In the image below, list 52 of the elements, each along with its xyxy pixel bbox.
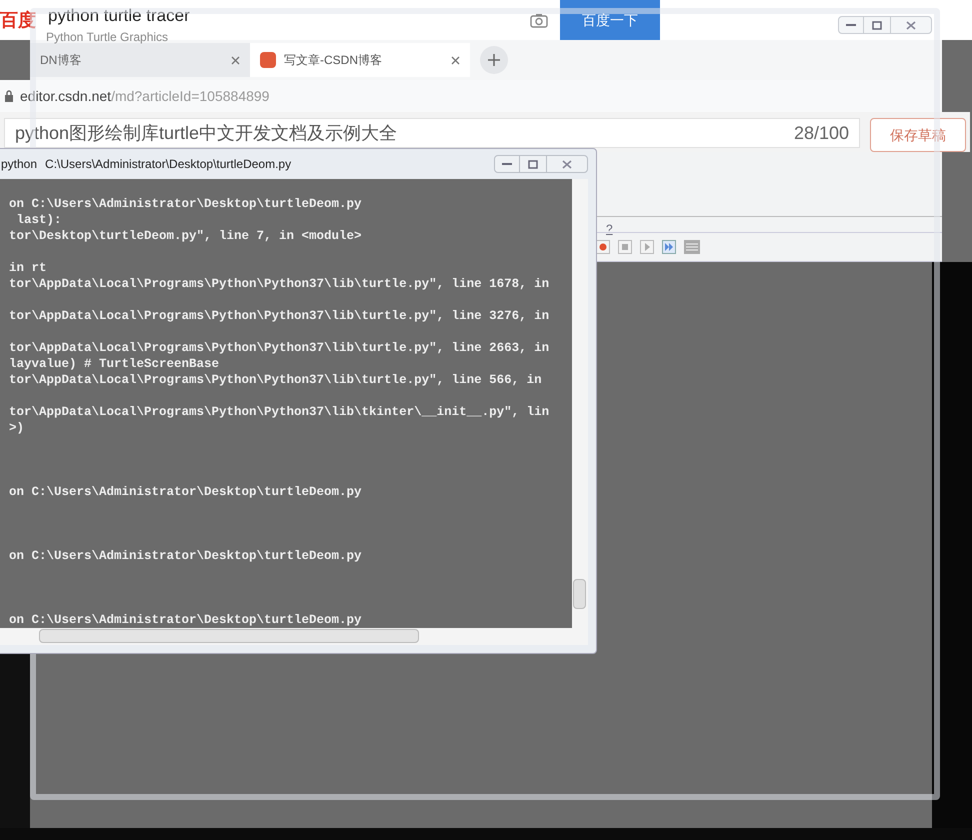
play-icon[interactable]	[640, 240, 654, 254]
console-line: tor\AppData\Local\Programs\Python\Python37\lib\turtle.py", line 1678, in	[8, 276, 550, 292]
record-icon[interactable]	[596, 240, 610, 254]
close-icon[interactable]	[231, 56, 240, 64]
console-line: tor\AppData\Local\Programs\Python\Python37\lib\turtle.py", line 2663, in	[8, 340, 550, 356]
console-line: tor\AppData\Local\Programs\Python\Python37\lib\turtle.py", line 566, in	[8, 372, 543, 388]
console-line: on C:\Users\Administrator\Desktop\turtleDeom.py	[8, 548, 363, 564]
minimize-button[interactable]	[494, 155, 520, 173]
console-line: on C:\Users\Administrator\Desktop\turtleDeom.py	[8, 196, 363, 212]
scroll-thumb[interactable]	[39, 629, 419, 643]
maximize-icon	[528, 160, 538, 168]
browser-tab[interactable]: 写文章-CSDN博客	[250, 43, 470, 77]
minimize-icon	[502, 162, 512, 166]
stop-icon[interactable]	[618, 240, 632, 254]
close-icon	[906, 20, 916, 30]
window-title: Python Turtle Graphics	[46, 29, 168, 46]
grid-icon[interactable]	[684, 240, 700, 254]
close-button[interactable]	[546, 155, 588, 173]
title-field[interactable]: python图形绘制库turtle中文开发文档及示例大全 28/100	[4, 118, 860, 148]
console-line: last):	[16, 212, 63, 228]
scroll-thumb[interactable]	[573, 579, 586, 609]
character-counter: 28/100	[794, 122, 849, 144]
address-text: editor.csdn.net/md?articleId=105884899	[20, 86, 270, 106]
minimize-icon	[846, 23, 856, 27]
camera-icon[interactable]	[530, 12, 548, 28]
tab-title: DN博客	[40, 52, 82, 69]
lock-icon	[4, 90, 14, 102]
title-text: python图形绘制库turtle中文开发文档及示例大全	[15, 122, 398, 145]
close-icon[interactable]	[451, 56, 460, 64]
console-line: in rt	[8, 260, 48, 276]
new-tab-button[interactable]	[480, 46, 508, 74]
address-bar[interactable]: editor.csdn.net/md?articleId=105884899	[0, 80, 942, 112]
console-line: tor\AppData\Local\Programs\Python\Python37\lib\tkinter\__init__.py", lin	[8, 404, 550, 420]
search-logo: 百度	[0, 8, 37, 32]
tab-title: 写文章-CSDN博客	[284, 52, 383, 69]
close-icon	[562, 160, 572, 168]
console-line: tor\AppData\Local\Programs\Python\Python37\lib\turtle.py", line 3276, in	[8, 308, 550, 324]
search-query[interactable]: python turtle tracer	[48, 3, 190, 29]
console-line: layvalue) # TurtleScreenBase	[8, 356, 220, 372]
console-line: on C:\Users\Administrator\Desktop\turtleDeom.py	[8, 612, 363, 628]
console-line: >)	[8, 420, 26, 436]
console-line: on C:\Users\Administrator\Desktop\turtleDeom.py	[8, 484, 363, 500]
horizontal-scrollbar[interactable]	[0, 628, 588, 645]
maximize-icon	[872, 20, 882, 30]
vertical-scrollbar[interactable]	[572, 179, 588, 628]
maximize-button[interactable]	[520, 155, 546, 173]
console-line: tor\Desktop\turtleDeom.py", line 7, in <module>	[8, 228, 363, 244]
fast-forward-icon[interactable]	[662, 240, 676, 254]
site-icon	[260, 52, 276, 68]
window-title: python	[1, 156, 38, 173]
window-path: C:\Users\Administrator\Desktop\turtleDeom.py	[45, 156, 292, 173]
plus-icon	[488, 54, 500, 66]
